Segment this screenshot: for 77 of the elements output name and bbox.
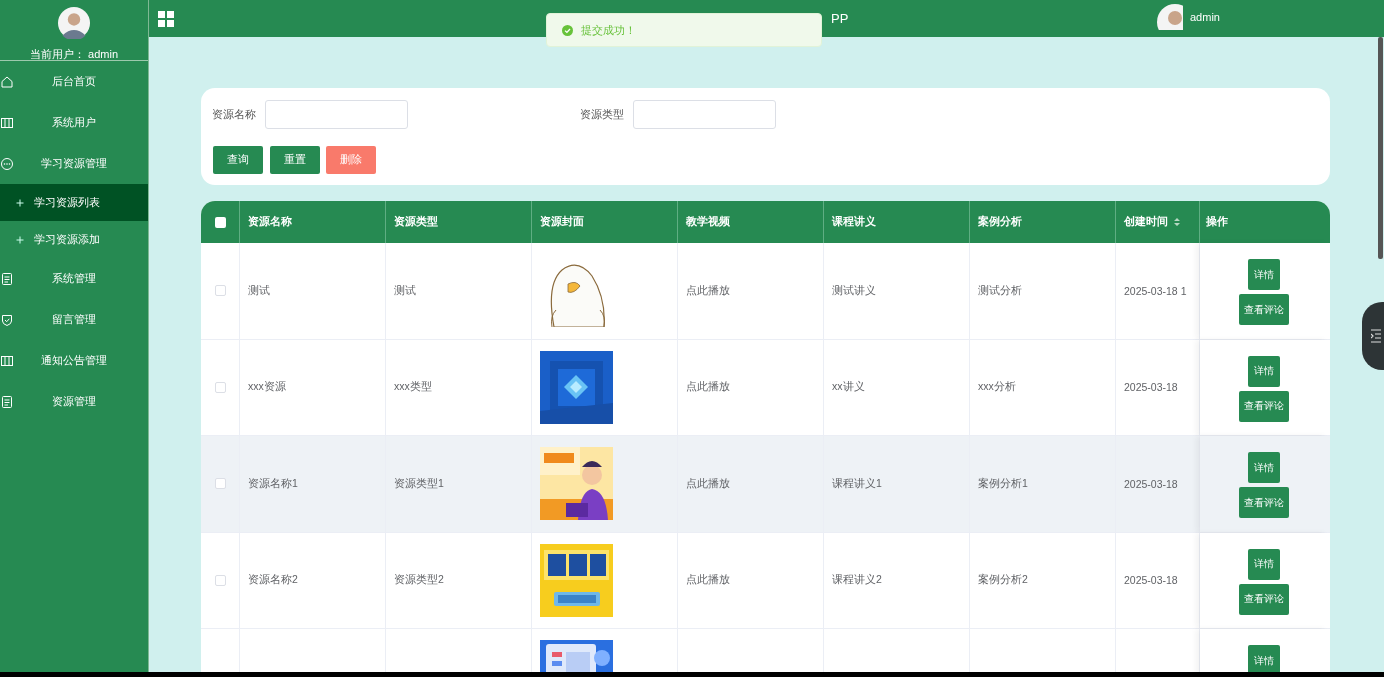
action-button[interactable]: 重置 [270, 146, 320, 174]
table-cell: 测试 [248, 283, 270, 298]
table-cell: 测试讲义 [832, 283, 876, 298]
table-cell: 资源名称1 [248, 476, 298, 491]
play-link[interactable]: 点此播放 [686, 573, 730, 588]
table-cell: 资源类型2 [394, 573, 444, 588]
table-cell: 2025-03-18 [1124, 574, 1178, 587]
sort-icon [1173, 217, 1181, 227]
checkbox[interactable] [214, 285, 226, 297]
menu-button[interactable] [158, 10, 174, 27]
table-cell: 课程讲义1 [832, 476, 882, 491]
play-link[interactable]: 点此播放 [686, 380, 730, 395]
avatar [1157, 4, 1183, 30]
check-circle-icon [562, 24, 573, 36]
shield-icon [0, 313, 14, 327]
menu-item[interactable]: 学习资源管理 [0, 143, 148, 184]
input-field[interactable] [265, 100, 408, 129]
view-comments-button[interactable]: 查看评论 [1239, 390, 1289, 422]
app-title: PP [831, 11, 849, 26]
document-icon [0, 395, 14, 409]
details-button[interactable]: 详情 [1248, 355, 1280, 387]
document-icon [0, 272, 14, 286]
column-header: 操作 [1205, 214, 1229, 229]
table-cell: 案例分析2 [978, 573, 1028, 588]
field-label: 资源类型 [580, 107, 624, 122]
menu-item[interactable]: 资源管理 [0, 381, 148, 422]
table-cell: xxx类型 [394, 380, 432, 395]
plus-icon [16, 198, 24, 207]
delete-button[interactable]: 删除 [326, 146, 376, 174]
submenu-item[interactable]: 学习资源列表 [0, 184, 148, 221]
checkbox[interactable] [214, 381, 226, 393]
view-comments-button[interactable]: 查看评论 [1239, 583, 1289, 615]
checkbox[interactable] [214, 574, 226, 586]
list-icon [1371, 329, 1381, 343]
table-cell: 案例分析1 [978, 476, 1028, 491]
current-user-label: 当前用户： admin [30, 48, 118, 60]
menu-item[interactable]: 通知公告管理 [0, 340, 148, 381]
table-cell: xxx资源 [248, 380, 286, 395]
columns-icon [0, 354, 14, 368]
checkbox[interactable] [214, 216, 226, 228]
field-label: 资源名称 [212, 107, 256, 122]
table-cell: 资源名称2 [248, 573, 298, 588]
avatar [56, 7, 92, 39]
play-link[interactable]: 点此播放 [686, 476, 730, 491]
side-drawer-tab[interactable] [1362, 302, 1384, 370]
table-cell: 课程讲义2 [832, 573, 882, 588]
menu-item[interactable]: 后台首页 [0, 61, 148, 102]
table-cell: 测试分析 [978, 283, 1022, 298]
table-cell: 测试 [394, 283, 416, 298]
scrollbar-thumb[interactable] [1378, 37, 1383, 259]
chat-icon [0, 157, 14, 171]
input-field[interactable] [633, 100, 776, 129]
table-cell: 2025-03-18 1 [1124, 284, 1187, 297]
table-cell: 资源类型1 [394, 476, 444, 491]
view-comments-button[interactable]: 查看评论 [1239, 487, 1289, 518]
menu-item[interactable]: 留言管理 [0, 299, 148, 340]
play-link[interactable]: 点此播放 [686, 283, 730, 298]
menu-item[interactable]: 系统用户 [0, 102, 148, 143]
details-button[interactable]: 详情 [1248, 259, 1280, 290]
table-cell: xx讲义 [832, 380, 865, 395]
action-button[interactable]: 查询 [213, 146, 263, 174]
user-name[interactable]: admin [1190, 11, 1220, 23]
submenu-item[interactable]: 学习资源添加 [0, 221, 148, 258]
menu-item[interactable]: 系统管理 [0, 258, 148, 299]
details-button[interactable]: 详情 [1248, 548, 1280, 580]
table-cell: 2025-03-18 [1124, 477, 1178, 490]
table-cell: 2025-03-18 [1124, 381, 1178, 394]
home-icon [0, 75, 14, 89]
grid-icon [158, 10, 174, 27]
details-button[interactable]: 详情 [1248, 452, 1280, 483]
table-cell: xxx分析 [978, 380, 1016, 395]
plus-icon [16, 235, 24, 244]
view-comments-button[interactable]: 查看评论 [1239, 294, 1289, 325]
details-button[interactable]: 详情 [1248, 645, 1280, 672]
checkbox[interactable] [214, 478, 226, 490]
columns-icon [0, 116, 14, 130]
success-toast: 提交成功！ [546, 13, 822, 47]
